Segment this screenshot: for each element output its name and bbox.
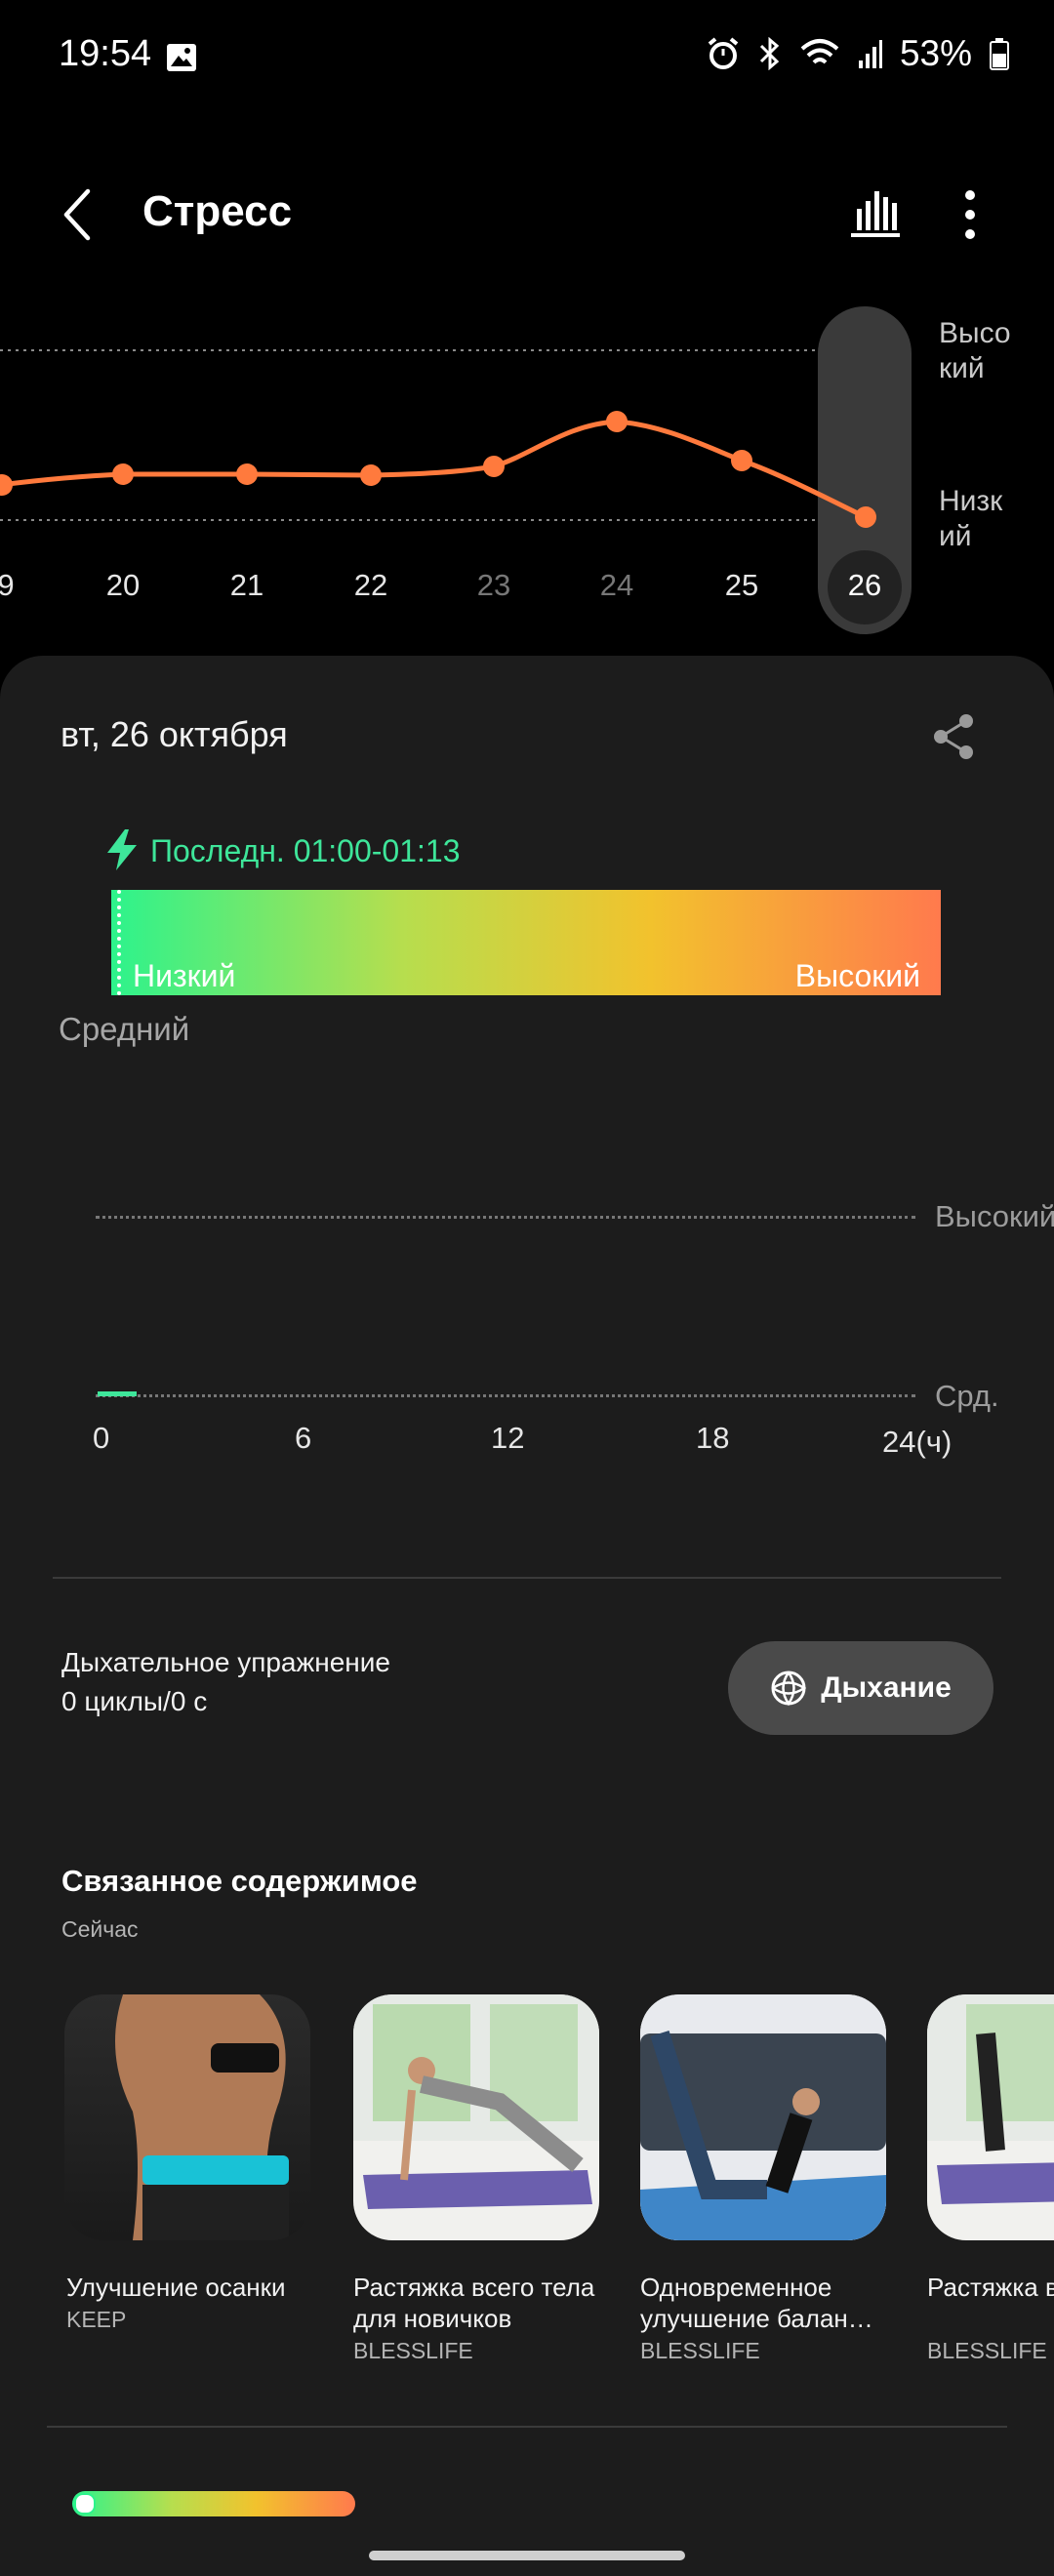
scale-low-label: Низкий	[133, 958, 236, 993]
tile-source: BLESSLIFE	[927, 2338, 1047, 2363]
tile-thumbnail[interactable]	[927, 1994, 1054, 2240]
trend-point	[112, 463, 134, 485]
signal-icon	[858, 40, 882, 68]
mini-stress-bar	[72, 2491, 355, 2516]
mini-bar-marker	[74, 2493, 96, 2515]
trend-point	[236, 463, 258, 485]
tile-thumbnail[interactable]	[353, 1994, 599, 2240]
breathing-button-label: Дыхание	[821, 1671, 952, 1704]
trend-high-label: Высо кий	[939, 317, 1011, 384]
date-title: вт, 26 октября	[61, 714, 288, 754]
tile-thumbnail[interactable]	[64, 1994, 310, 2240]
divider	[53, 1577, 1001, 1579]
tile-title[interactable]: Одновременное улучшение балан…	[640, 2272, 904, 2334]
chart-mid-label: Срд.	[935, 1379, 999, 1413]
current-marker	[117, 890, 121, 995]
battery-icon	[990, 38, 1009, 70]
tile-source: KEEP	[66, 2307, 127, 2332]
trend-point	[606, 411, 628, 432]
trend-low-label: Низк ий	[939, 485, 1003, 552]
average-label: Средний	[59, 1011, 190, 1047]
home-indicator[interactable]	[369, 2551, 685, 2560]
tile-clip: Растяжка всего тела BLESSLIFE	[927, 1994, 1054, 2385]
tile-source: BLESSLIFE	[640, 2338, 760, 2363]
day-label[interactable]: 9	[0, 568, 35, 603]
trend-point	[855, 506, 876, 528]
back-arrow-icon[interactable]	[61, 187, 94, 242]
page-title: Стресс	[142, 187, 293, 235]
day-label[interactable]: 23	[465, 568, 523, 603]
trend-line-chart	[0, 349, 876, 528]
latest-measurement: Последн. 01:00-01:13	[150, 833, 461, 868]
tile-thumbnail[interactable]	[640, 1994, 886, 2240]
stretch-photo	[353, 1994, 599, 2209]
bluetooth-icon	[759, 37, 780, 70]
trend-point	[0, 474, 13, 496]
hour-label: 18	[696, 1421, 730, 1455]
chart-high-label: Высокий	[935, 1199, 1054, 1233]
more-options-icon[interactable]	[962, 189, 978, 240]
trend-point	[360, 464, 382, 486]
hour-label: 0	[93, 1421, 110, 1455]
day-label[interactable]: 25	[712, 568, 771, 603]
trend-chart: Высо кий Низк ий 9 20 21 22 23 24 25 26	[0, 293, 1054, 654]
related-subtitle: Сейчас	[61, 1916, 139, 1942]
status-bar: 19:54 53%	[0, 0, 1054, 117]
day-label[interactable]: 20	[94, 568, 152, 603]
mid-gridline	[96, 1394, 915, 1397]
scale-high-label: Высокий	[794, 958, 920, 993]
lightning-icon	[107, 829, 137, 870]
high-gridline	[96, 1216, 915, 1219]
wifi-icon	[800, 39, 839, 64]
breathing-icon	[771, 1670, 807, 1707]
day-label[interactable]: 21	[218, 568, 276, 603]
stretch-photo	[927, 1994, 1054, 2204]
breathing-title: Дыхательное упражнение	[61, 1647, 390, 1677]
tile-title[interactable]: Растяжка всего тела	[927, 2272, 1054, 2303]
image-icon	[167, 44, 196, 71]
breathing-button[interactable]: Дыхание	[728, 1641, 993, 1735]
trend-point	[483, 456, 505, 477]
divider	[47, 2426, 1007, 2428]
hour-label: 24(ч)	[882, 1425, 953, 1459]
day-label[interactable]: 24	[588, 568, 646, 603]
hour-label: 12	[491, 1421, 525, 1455]
stress-reading-mark	[98, 1391, 137, 1396]
day-label[interactable]: 22	[342, 568, 400, 603]
tile-title[interactable]: Растяжка всего тела для новичков	[353, 2272, 617, 2334]
share-icon[interactable]	[931, 712, 976, 761]
posture-photo	[115, 1994, 289, 2240]
battery-percent: 53%	[899, 33, 972, 73]
status-time: 19:54	[59, 33, 152, 74]
day-label-selected[interactable]: 26	[835, 568, 894, 603]
tile-source: BLESSLIFE	[353, 2338, 473, 2363]
balance-photo	[640, 1994, 886, 2240]
tile-title[interactable]: Улучшение осанки	[66, 2272, 330, 2303]
trend-point	[731, 450, 752, 471]
hour-label: 6	[295, 1421, 312, 1455]
alarm-icon	[708, 37, 739, 69]
breathing-stats: 0 циклы/0 с	[61, 1686, 208, 1716]
status-right: 53%	[707, 33, 1009, 74]
related-title: Связанное содержимое	[61, 1864, 418, 1898]
bar-chart-icon[interactable]	[851, 187, 900, 238]
